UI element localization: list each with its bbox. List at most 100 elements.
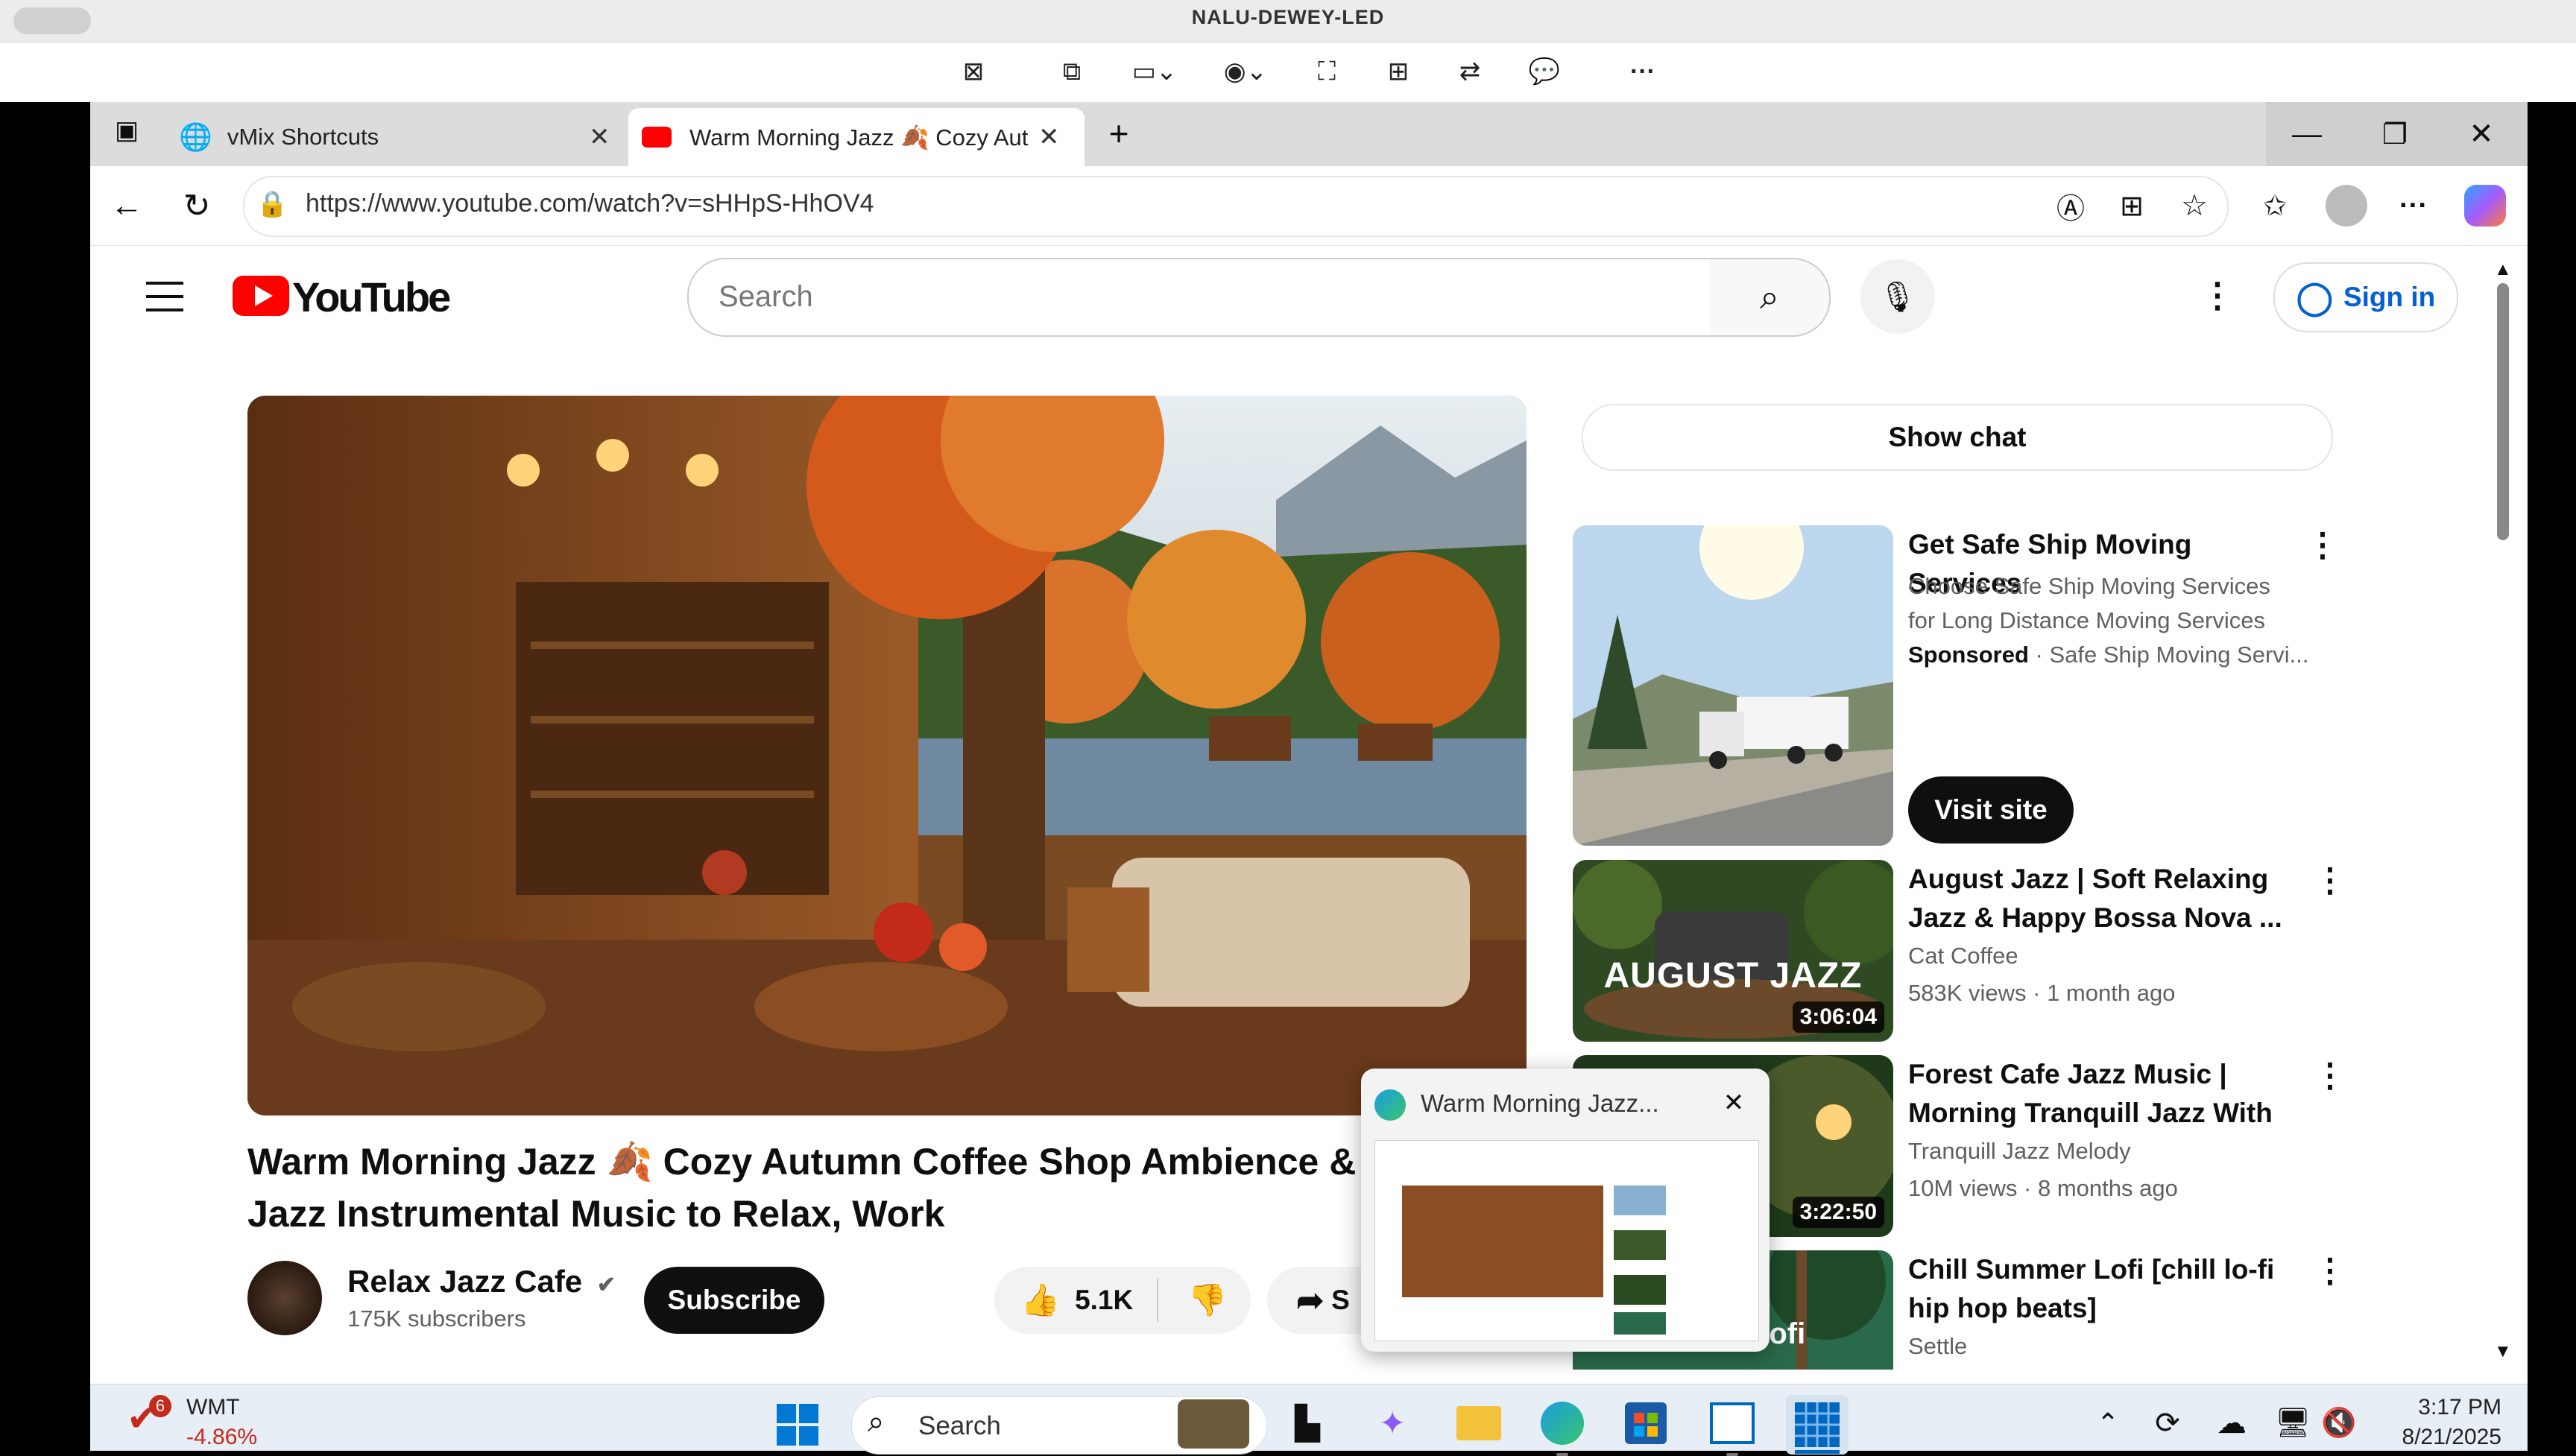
volume-muted-icon[interactable]: 🔇 [2318,1405,2360,1441]
stock-change: -4.86% [186,1425,258,1449]
globe-icon: 🌐 [179,121,212,152]
remote-app-icon[interactable] [1708,1401,1756,1446]
sponsored-label: Sponsored [1908,642,2029,668]
edge-taskbar-icon[interactable] [1538,1401,1586,1446]
copilot-taskbar-icon[interactable]: ✦ [1370,1401,1415,1446]
related-more-icon[interactable]: ⋮ [2314,861,2346,899]
show-hidden-icons-icon[interactable]: ⌃ [2090,1405,2126,1441]
sign-in-button[interactable]: ◯ Sign in [2273,262,2458,332]
duration-badge: 3:22:50 [1792,1197,1884,1228]
preview-video [1402,1186,1603,1297]
favorite-star-icon[interactable]: ☆ [2176,188,2212,224]
sign-in-label: Sign in [2343,282,2436,312]
ad-description-line2: for Long Distance Moving Services [1908,607,2266,633]
microphone-icon: 🎙 [1878,280,1917,314]
related-channel[interactable]: Tranquill Jazz Melody [1908,1134,2303,1168]
scroll-down-arrow[interactable]: ▼ [2494,1341,2512,1362]
like-count: 5.1K [1075,1285,1134,1315]
close-icon[interactable]: ✕ [589,122,610,152]
store-grid-icon [1625,1402,1667,1444]
close-preview-icon[interactable]: ✕ [1719,1088,1749,1118]
video-player[interactable] [247,396,1527,1115]
related-thumbnail[interactable]: AUGUST JAZZ 3:06:04 [1573,860,1893,1042]
fullscreen-icon[interactable]: ⛶ [1309,54,1345,89]
favorites-icon[interactable]: ✩ [2257,188,2293,224]
store-icon[interactable] [1622,1401,1670,1446]
file-explorer-icon[interactable] [1455,1401,1503,1446]
back-icon[interactable]: ← [106,185,148,227]
show-chat-button[interactable]: Show chat [1582,404,2333,471]
tab-vmix-shortcuts[interactable]: 🌐 vMix Shortcuts ✕ [179,108,619,166]
sidebar-toggle-icon[interactable]: ▣ [112,115,142,145]
vmix-taskbar-icon[interactable] [1786,1395,1849,1455]
more-options-icon[interactable]: ⋮ [2200,273,2235,317]
settings-more-icon[interactable]: ··· [2393,188,2434,224]
related-channel[interactable]: Settle [1908,1329,2303,1364]
ad-sponsor-line: Sponsored · Safe Ship Moving Servi... [1908,638,2309,672]
share-label: S [1331,1285,1350,1315]
preview-thumbnail [1374,1140,1759,1341]
monitor-icon[interactable]: ▭⌄ [1128,54,1181,89]
scrollbar-thumb[interactable] [2497,283,2509,540]
multi-monitor-icon[interactable]: ⊞ [1380,54,1416,89]
remote-display-icon[interactable]: ⧉ [1054,54,1090,89]
search-highlight-image [1178,1399,1249,1449]
chat-icon[interactable]: 💬 [1527,54,1562,89]
truck-image [1573,525,1893,846]
preview-side-thumb [1614,1230,1666,1260]
close-window-icon[interactable]: ✕ [2463,112,2500,156]
network-icon[interactable]: 🖥 [2272,1405,2314,1441]
voice-search-button[interactable]: 🎙 [1860,259,1935,334]
channel-avatar[interactable] [247,1261,322,1335]
like-button[interactable]: 👍 5.1K [1006,1267,1148,1334]
read-aloud-icon[interactable]: Ⓐ [2053,188,2089,225]
tab-warm-morning-jazz[interactable]: Warm Morning Jazz 🍂 Cozy Aut ✕ [628,108,1085,166]
task-view-icon[interactable]: ▙ [1285,1401,1330,1446]
subscribe-button[interactable]: Subscribe [644,1267,824,1334]
channel-name[interactable]: Relax Jazz Cafe ✔ [347,1264,616,1300]
site-info-icon[interactable]: 🔒 [256,189,288,219]
thumbnail-text: AUGUST JAZZ [1603,956,1863,996]
related-more-icon[interactable]: ⋮ [2314,1252,2346,1290]
url-text[interactable]: https://www.youtube.com/watch?v=sHHpS-Hh… [306,189,874,218]
clock-date[interactable]: 8/21/2025 [2382,1425,2501,1450]
visit-site-button[interactable]: Visit site [1908,776,2074,843]
app-icon[interactable]: ⊞ [2114,188,2150,224]
youtube-logo-text[interactable]: YouTube [292,273,451,321]
search-button[interactable]: ⌕ [1710,258,1831,337]
onedrive-cloud-icon[interactable]: ☁ [2211,1405,2253,1441]
switch-icon[interactable]: ⇄ [1452,54,1488,89]
refresh-icon[interactable]: ↻ [176,185,218,227]
ad-thumbnail[interactable] [1573,525,1893,846]
youtube-icon [642,127,672,148]
start-button[interactable] [775,1402,820,1447]
restore-icon[interactable]: ❐ [2376,112,2414,156]
related-title[interactable]: August Jazz | Soft Relaxing Jazz & Happy… [1908,860,2296,937]
dislike-button[interactable]: 👎 [1170,1267,1245,1334]
eye-icon[interactable]: ◉⌄ [1219,54,1272,89]
preview-title: Warm Morning Jazz... [1421,1089,1659,1117]
account-icon: ◯ [2296,279,2333,316]
minimize-icon[interactable]: — [2288,112,2326,156]
related-title[interactable]: Forest Cafe Jazz Music | Morning Tranqui… [1908,1055,2296,1133]
close-session-icon[interactable]: ⊠ [956,54,991,89]
close-icon[interactable]: ✕ [1038,122,1060,152]
more-icon[interactable]: ··· [1625,54,1661,89]
clock-time[interactable]: 3:17 PM [2382,1395,2501,1420]
related-title[interactable]: Chill Summer Lofi [chill lo-fi hip hop b… [1908,1250,2296,1328]
related-channel[interactable]: Cat Coffee [1908,939,2303,973]
profile-avatar[interactable] [2326,185,2367,227]
sync-icon[interactable]: ⟳ [2147,1405,2188,1441]
windows-icon [777,1404,818,1446]
scroll-up-arrow[interactable]: ▲ [2494,259,2512,280]
new-tab-button[interactable]: + [1100,114,1137,153]
search-input[interactable] [687,258,1711,337]
thumbs-down-icon: 👎 [1187,1282,1228,1317]
ad-more-icon[interactable]: ⋮ [2306,526,2339,564]
copilot-icon[interactable] [2464,185,2506,227]
related-more-icon[interactable]: ⋮ [2314,1057,2346,1095]
related-meta: 10M views · 8 months ago [1908,1175,2178,1201]
stock-widget[interactable]: ✔ 6 [124,1393,176,1441]
menu-icon[interactable] [146,282,183,311]
edge-icon [1374,1089,1406,1121]
